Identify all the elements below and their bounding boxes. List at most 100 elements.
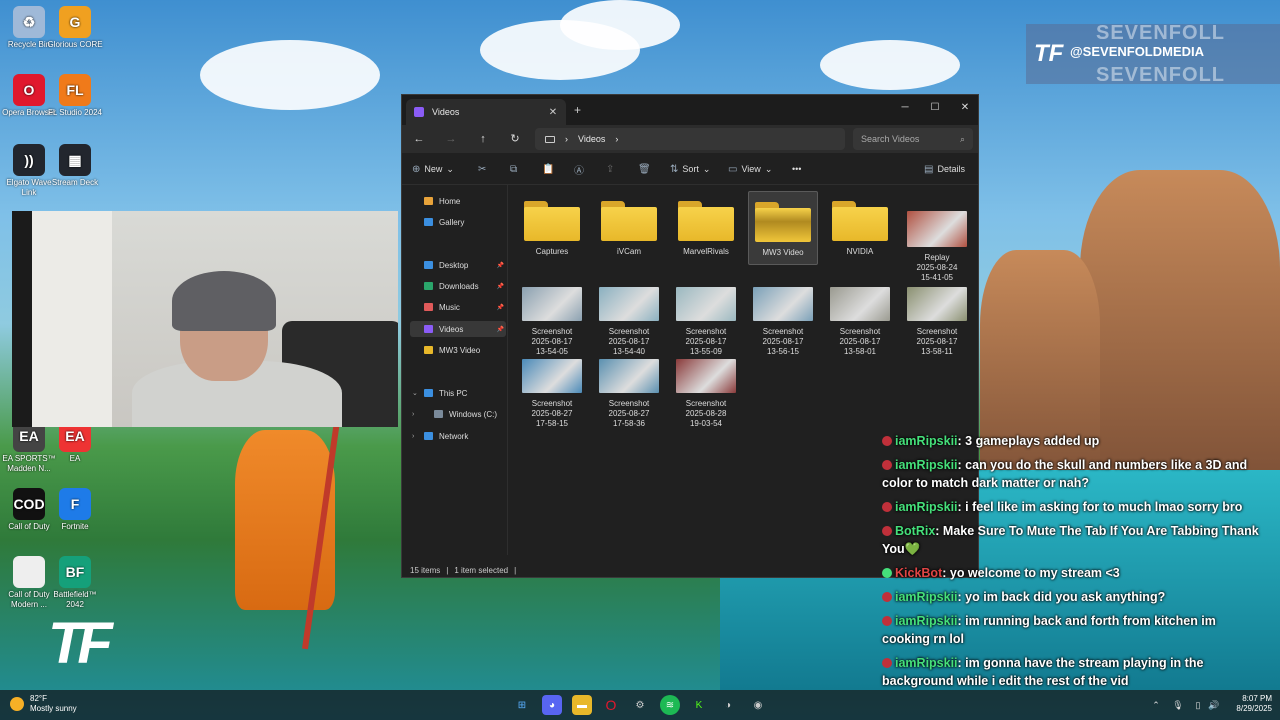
folder-icon (832, 201, 888, 241)
weather-widget[interactable]: 82°F Mostly sunny (10, 694, 77, 714)
microphone-icon[interactable]: 🎙 (1168, 695, 1188, 715)
spotify-icon[interactable]: ≋ (660, 695, 680, 715)
plus-circle-icon: ⊕ (412, 163, 421, 175)
view-button[interactable]: ▭ View ⌄ (728, 162, 772, 176)
start-button[interactable]: ⊞ (512, 695, 532, 715)
folder-item[interactable]: MarvelRivals (671, 191, 741, 265)
file-item[interactable]: Screenshot 2025-08-17 13-54-05 (517, 287, 587, 357)
nav-item[interactable]: Desktop 📌 (410, 257, 506, 273)
address-bar[interactable]: › Videos › (535, 128, 845, 150)
file-name: Screenshot 2025-08-17 13-58-11 (916, 327, 958, 356)
new-label: New (424, 164, 443, 174)
image-thumbnail (522, 287, 582, 321)
chat-username[interactable]: iamRipskii (895, 590, 958, 604)
file-explorer-icon[interactable]: ▬ (572, 695, 592, 715)
file-item[interactable]: Screenshot 2025-08-17 13-54-40 (594, 287, 664, 357)
monitor-icon (545, 135, 555, 143)
chevron-down-icon: ⌄ (764, 163, 773, 174)
volume-icon[interactable]: 🔊 (1204, 695, 1224, 715)
system-clock[interactable]: 8:07 PM 8/29/2025 (1222, 694, 1272, 714)
rename-button[interactable]: Ⓐ (574, 162, 584, 177)
sort-button[interactable]: ⇅ Sort ⌄ (670, 162, 710, 176)
pin-icon[interactable]: 📌 (497, 283, 504, 290)
pin-icon[interactable]: 📌 (497, 326, 504, 333)
desktop-icon[interactable]: BF Battlefield™ 2042 (46, 556, 104, 610)
nav-item[interactable]: › Network (410, 428, 506, 444)
share-button[interactable]: ⇪ (606, 162, 614, 176)
chat-username[interactable]: iamRipskii (895, 458, 958, 472)
chat-username[interactable]: iamRipskii (895, 500, 958, 514)
nav-item[interactable]: Gallery (410, 214, 506, 230)
brand-watermark: SEVENFOLL (1096, 22, 1226, 44)
paste-button[interactable]: 📋 (542, 162, 554, 176)
chat-username[interactable]: iamRipskii (895, 656, 958, 670)
file-item[interactable]: Screenshot 2025-08-27 17-58-15 (517, 359, 587, 429)
file-name: Screenshot 2025-08-17 13-55-09 (685, 327, 727, 356)
desktop-icon[interactable]: ▦ Stream Deck (46, 144, 104, 188)
maximize-button[interactable]: ☐ (920, 99, 950, 117)
chat-username[interactable]: iamRipskii (895, 614, 958, 628)
nav-item[interactable]: Videos 📌 (410, 321, 506, 337)
discord-icon[interactable]: ◕ (542, 695, 562, 715)
file-item[interactable]: Replay 2025-08-24 15-41-05 (902, 191, 972, 282)
breadcrumb-videos[interactable]: Videos (578, 134, 605, 144)
chat-username[interactable]: iamRipskii (895, 434, 958, 448)
desktop-icon[interactable]: G Glorious CORE (46, 6, 104, 50)
folder-item[interactable]: Captures (517, 191, 587, 265)
more-options-button[interactable]: ••• (792, 162, 801, 176)
refresh-icon[interactable]: ↻ (506, 131, 524, 147)
close-tab-icon[interactable]: ✕ (546, 107, 560, 118)
desktop-icon[interactable]: FL FL Studio 2024 (46, 74, 104, 118)
nav-item[interactable]: Home (410, 193, 506, 209)
file-name: Replay 2025-08-24 15-41-05 (916, 253, 958, 282)
delete-button[interactable]: 🗑 (638, 162, 651, 176)
nav-item[interactable]: ⌄ This PC (410, 385, 506, 401)
cut-button[interactable]: ✂ (478, 162, 486, 176)
folder-item[interactable]: iVCam (594, 191, 664, 265)
folder-item[interactable]: NVIDIA (825, 191, 895, 265)
chevron-up-icon[interactable]: ⌃ (1146, 695, 1166, 715)
chat-username[interactable]: BotRix (895, 524, 935, 538)
opera-icon[interactable]: O (601, 695, 621, 715)
search-input[interactable]: Search Videos ⌕ (853, 128, 973, 150)
new-button[interactable]: ⊕ New ⌄ (412, 162, 454, 176)
file-item[interactable]: Screenshot 2025-08-17 13-58-11 (902, 287, 972, 357)
pin-icon[interactable]: 📌 (497, 262, 504, 269)
media-app-icon[interactable]: ◑ (718, 695, 738, 715)
new-tab-button[interactable]: + (574, 103, 581, 117)
desktop-icon[interactable]: F Fortnite (46, 488, 104, 532)
folder-icon (424, 325, 433, 333)
forward-arrow-icon[interactable]: → (442, 131, 460, 147)
webcam-person-beanie (172, 271, 276, 331)
image-thumbnail (676, 359, 736, 393)
close-window-button[interactable]: ✕ (950, 99, 980, 117)
back-arrow-icon[interactable]: ← (410, 131, 428, 147)
file-item[interactable]: Screenshot 2025-08-17 13-56-15 (748, 287, 818, 357)
tab-videos[interactable]: Videos ✕ (406, 99, 566, 125)
details-button[interactable]: ▤ Details (924, 162, 965, 176)
chat-username[interactable]: KickBot (895, 566, 942, 580)
nav-item[interactable]: MW3 Video (410, 342, 506, 358)
file-item[interactable]: Screenshot 2025-08-28 19-03-54 (671, 359, 741, 429)
file-item[interactable]: Screenshot 2025-08-17 13-58-01 (825, 287, 895, 357)
app-icon: ♻ (13, 6, 45, 38)
chevron-right-icon[interactable]: › (412, 433, 414, 440)
pin-icon[interactable]: 📌 (497, 304, 504, 311)
copy-button[interactable]: ⧉ (510, 162, 517, 176)
kick-icon[interactable]: K (689, 695, 709, 715)
nav-item[interactable]: Music 📌 (410, 299, 506, 315)
up-arrow-icon[interactable]: ↑ (474, 131, 492, 147)
file-item[interactable]: Screenshot 2025-08-27 17-58-36 (594, 359, 664, 429)
folder-item[interactable]: MW3 Video (748, 191, 818, 265)
settings-gear-icon[interactable]: ⚙ (630, 695, 650, 715)
minimize-button[interactable]: ─ (890, 99, 920, 117)
app-icon: FL (59, 74, 91, 106)
obs-icon[interactable]: ◉ (748, 695, 768, 715)
chevron-right-icon[interactable]: › (412, 411, 414, 418)
chevron-down-icon[interactable]: ⌄ (412, 389, 418, 397)
nav-item[interactable]: › Windows (C:) (410, 406, 506, 422)
nav-item-label: This PC (439, 388, 468, 398)
file-item[interactable]: Screenshot 2025-08-17 13-55-09 (671, 287, 741, 357)
desktop-icon-label: EA (69, 454, 81, 463)
nav-item[interactable]: Downloads 📌 (410, 278, 506, 294)
